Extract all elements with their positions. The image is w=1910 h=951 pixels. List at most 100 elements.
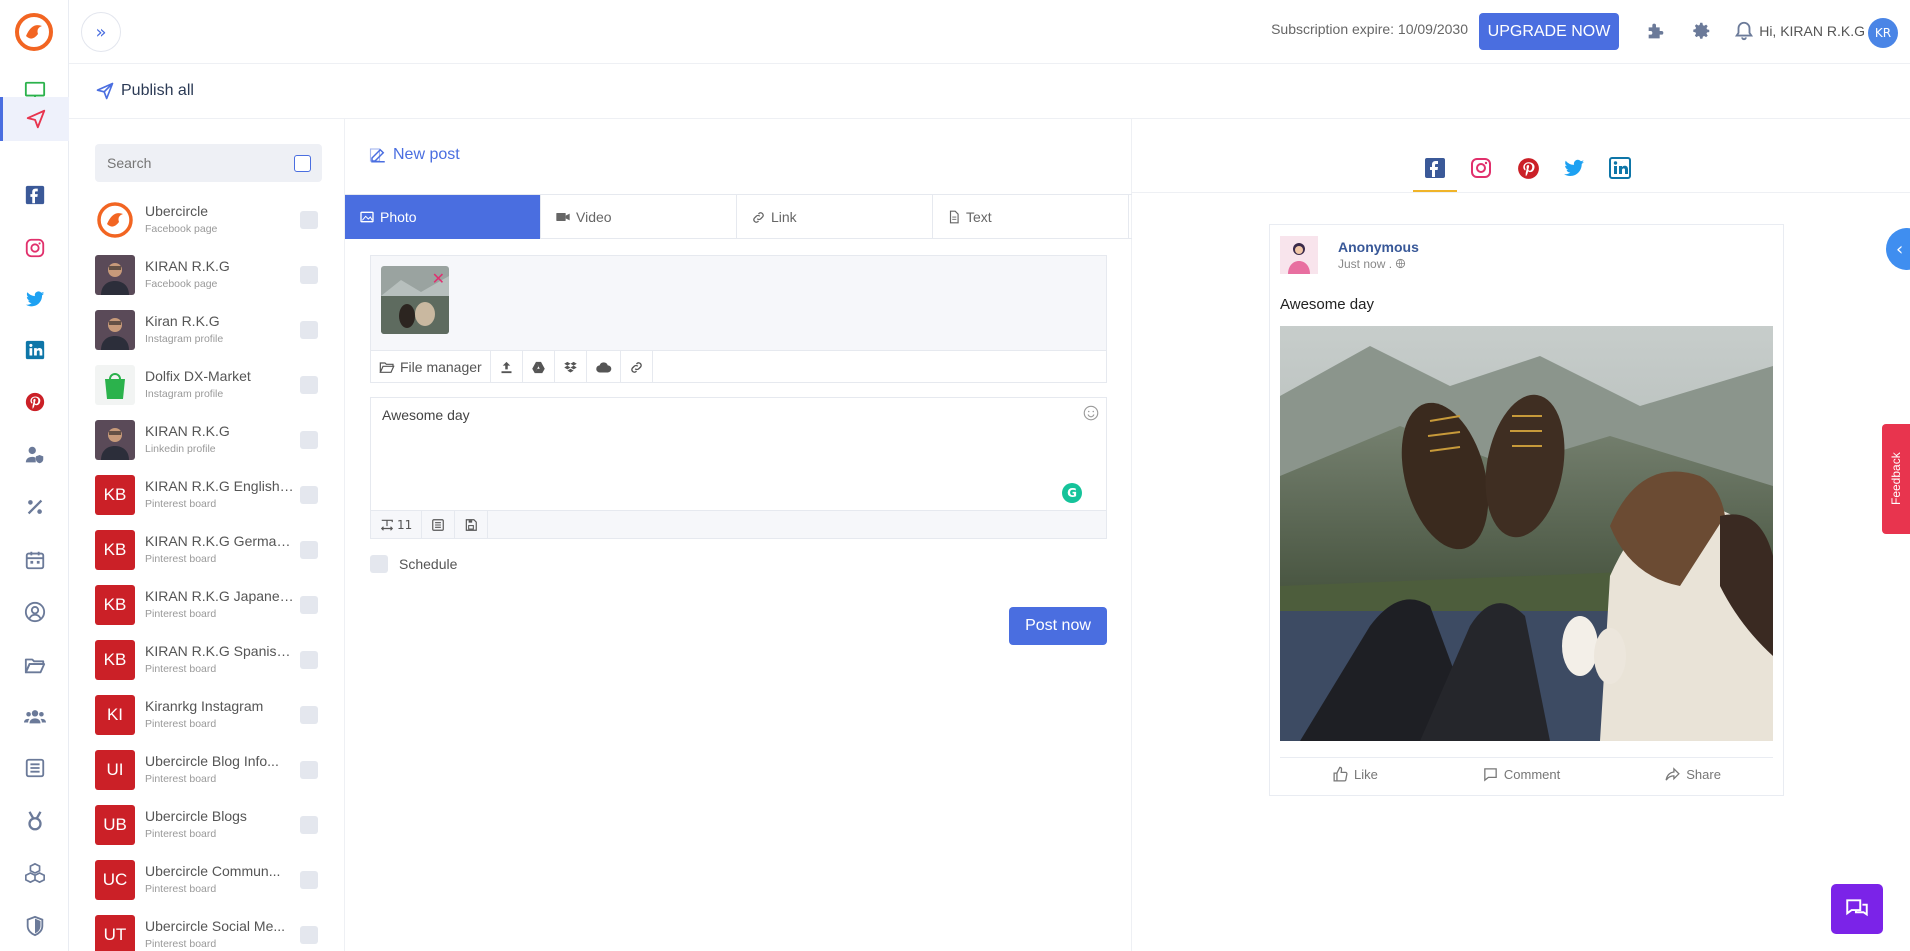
grammarly-icon[interactable]: G bbox=[1062, 483, 1082, 503]
pinterest-icon[interactable] bbox=[0, 380, 69, 424]
tab-photo[interactable]: Photo bbox=[345, 195, 541, 239]
url-link-button[interactable] bbox=[621, 351, 653, 383]
account-name: KIRAN R.K.G Japanes... bbox=[145, 588, 295, 604]
dropbox-button[interactable] bbox=[555, 351, 587, 383]
share-button[interactable]: Share bbox=[1664, 766, 1721, 783]
linkedin-icon[interactable] bbox=[0, 328, 69, 372]
expand-sidebar-button[interactable]: » bbox=[81, 12, 121, 52]
avatar[interactable]: KR bbox=[1868, 18, 1898, 48]
feedback-tab[interactable]: Feedback bbox=[1882, 424, 1910, 534]
list-item[interactable]: KB KIRAN R.K.G Japanes... Pinterest board bbox=[95, 583, 335, 628]
account-checkbox[interactable] bbox=[300, 816, 318, 834]
chat-button[interactable] bbox=[1831, 884, 1883, 934]
tab-photo-label: Photo bbox=[380, 209, 417, 225]
medal-icon[interactable] bbox=[0, 799, 69, 843]
list-item[interactable]: KIRAN R.K.G Linkedin profile bbox=[95, 418, 335, 463]
shield-icon[interactable] bbox=[0, 904, 69, 948]
publish-icon[interactable] bbox=[0, 97, 69, 141]
account-checkbox[interactable] bbox=[300, 706, 318, 724]
facebook-preview-tab[interactable] bbox=[1420, 153, 1450, 183]
discount-icon[interactable] bbox=[0, 485, 69, 529]
post-time: Just now . bbox=[1338, 257, 1406, 271]
video-icon bbox=[556, 213, 570, 221]
list-item[interactable]: KB KIRAN R.K.G English Bl... Pinterest boa… bbox=[95, 473, 335, 518]
list-item[interactable]: KI Kiranrkg Instagram Pinterest board bbox=[95, 693, 335, 738]
account-name: KIRAN R.K.G bbox=[145, 423, 230, 439]
tab-link[interactable]: Link bbox=[737, 195, 933, 239]
avatar bbox=[95, 420, 135, 460]
list-item[interactable]: UC Ubercircle Commun... Pinterest board bbox=[95, 858, 335, 903]
twitter-preview-tab[interactable] bbox=[1559, 153, 1589, 183]
calendar-icon[interactable] bbox=[0, 538, 69, 582]
caption-list-button[interactable] bbox=[422, 511, 456, 539]
instagram-preview-tab[interactable] bbox=[1466, 153, 1496, 183]
cubes-icon[interactable] bbox=[0, 851, 69, 895]
select-all-checkbox[interactable] bbox=[282, 144, 322, 182]
remove-image-icon[interactable]: ✕ bbox=[432, 269, 445, 288]
list-item[interactable]: Kiran R.K.G Instagram profile bbox=[95, 308, 335, 353]
list-item[interactable]: UT Ubercircle Social Me... Pinterest board bbox=[95, 913, 335, 951]
cloud-button[interactable] bbox=[587, 351, 621, 383]
twitter-icon[interactable] bbox=[0, 277, 69, 321]
list-item[interactable]: Ubercircle Facebook page bbox=[95, 198, 335, 243]
account-checkbox[interactable] bbox=[300, 871, 318, 889]
account-checkbox[interactable] bbox=[300, 431, 318, 449]
account-checkbox[interactable] bbox=[300, 651, 318, 669]
instagram-icon[interactable] bbox=[0, 226, 69, 270]
emoji-icon[interactable] bbox=[1082, 404, 1100, 422]
schedule-checkbox[interactable] bbox=[370, 555, 388, 573]
facebook-icon[interactable] bbox=[0, 173, 69, 217]
user-greeting[interactable]: Hi, KIRAN R.K.G bbox=[1759, 23, 1865, 39]
list-item[interactable]: UI Ubercircle Blog Info... Pinterest board bbox=[95, 748, 335, 793]
account-checkbox[interactable] bbox=[300, 376, 318, 394]
comment-button[interactable]: Comment bbox=[1482, 766, 1560, 783]
like-button[interactable]: Like bbox=[1332, 766, 1378, 783]
media-upload-area[interactable]: ✕ File manager bbox=[370, 255, 1107, 383]
bell-icon[interactable] bbox=[1732, 19, 1756, 43]
tab-video[interactable]: Video bbox=[541, 195, 737, 239]
tab-text[interactable]: Text bbox=[933, 195, 1129, 239]
account-checkbox[interactable] bbox=[300, 596, 318, 614]
list-item[interactable]: UB Ubercircle Blogs Pinterest board bbox=[95, 803, 335, 848]
file-manager-button[interactable]: File manager bbox=[371, 351, 491, 383]
list-item[interactable]: Dolfix DX-Market Instagram profile bbox=[95, 363, 335, 408]
post-now-button[interactable]: Post now bbox=[1009, 607, 1107, 645]
account-checkbox[interactable] bbox=[300, 926, 318, 944]
team-icon[interactable] bbox=[0, 695, 69, 739]
folder-icon[interactable] bbox=[0, 643, 69, 687]
account-checkbox[interactable] bbox=[300, 321, 318, 339]
google-drive-button[interactable] bbox=[523, 351, 555, 383]
send-icon bbox=[96, 82, 114, 100]
gear-icon[interactable] bbox=[1689, 19, 1713, 43]
account-checkbox[interactable] bbox=[300, 266, 318, 284]
save-caption-button[interactable] bbox=[455, 511, 489, 539]
account-name: KIRAN R.K.G German ... bbox=[145, 533, 295, 549]
upgrade-now-button[interactable]: UPGRADE NOW bbox=[1479, 13, 1619, 50]
page-title-text: Publish all bbox=[121, 82, 194, 99]
list-item[interactable]: KB KIRAN R.K.G Spanish ... Pinterest board bbox=[95, 638, 335, 683]
collapse-preview-button[interactable]: ‹ bbox=[1886, 228, 1910, 270]
linkedin-preview-tab[interactable] bbox=[1605, 153, 1635, 183]
uploaded-image-thumbnail[interactable]: ✕ bbox=[381, 266, 449, 334]
account-checkbox[interactable] bbox=[300, 761, 318, 779]
upload-button[interactable] bbox=[491, 351, 523, 383]
list-icon[interactable] bbox=[0, 746, 69, 790]
caption-input[interactable]: Awesome day bbox=[382, 407, 470, 423]
search-input[interactable] bbox=[95, 144, 245, 182]
account-checkbox[interactable] bbox=[300, 211, 318, 229]
double-chevron-right-icon: » bbox=[95, 21, 107, 43]
ubercircle-logo-icon[interactable] bbox=[14, 12, 54, 52]
caption-editor[interactable]: Awesome day G 11 bbox=[370, 397, 1107, 539]
like-label: Like bbox=[1354, 767, 1378, 782]
pinterest-preview-tab[interactable] bbox=[1513, 153, 1543, 183]
list-item[interactable]: KB KIRAN R.K.G German ... Pinterest board bbox=[95, 528, 335, 573]
schedule-option[interactable]: Schedule bbox=[370, 555, 457, 573]
avatar: KB bbox=[95, 585, 135, 625]
user-shield-icon[interactable] bbox=[0, 433, 69, 477]
account-checkbox[interactable] bbox=[300, 541, 318, 559]
file-manager-label: File manager bbox=[400, 359, 482, 375]
profile-icon[interactable] bbox=[0, 590, 69, 634]
puzzle-icon[interactable] bbox=[1644, 19, 1668, 43]
account-checkbox[interactable] bbox=[300, 486, 318, 504]
list-item[interactable]: KIRAN R.K.G Facebook page bbox=[95, 253, 335, 298]
